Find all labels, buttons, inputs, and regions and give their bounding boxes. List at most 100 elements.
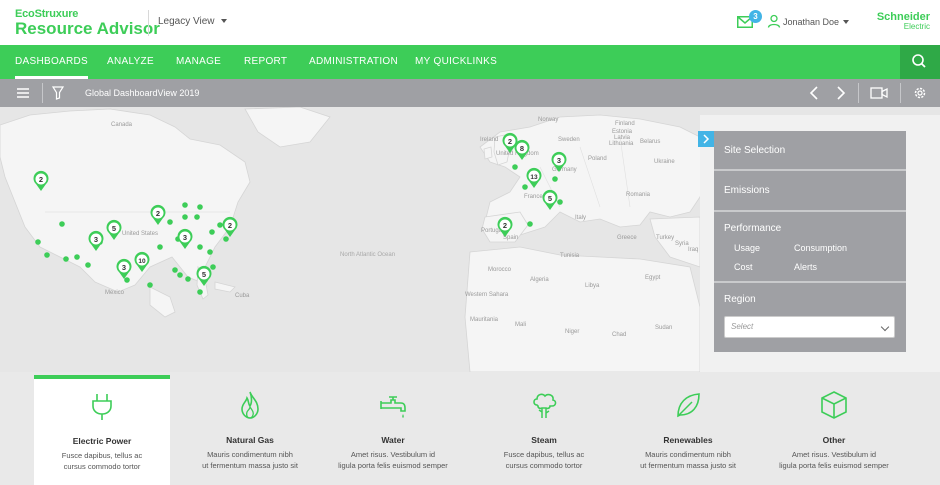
site-dot[interactable] — [512, 164, 518, 170]
view-selector-label: Legacy View — [158, 16, 215, 27]
card-renewables[interactable]: Renewables Mauris condimentum nibh ut fer… — [620, 375, 756, 485]
site-dot[interactable] — [63, 256, 69, 262]
site-dot[interactable] — [59, 221, 65, 227]
card-title: Natural Gas — [226, 435, 274, 445]
site-dot[interactable] — [522, 184, 528, 190]
cluster-count: 2 — [156, 209, 160, 218]
site-dot[interactable] — [209, 229, 215, 235]
nav-dashboards[interactable]: DASHBOARDS — [15, 45, 89, 79]
card-electric-power[interactable]: Electric Power Fusce dapibus, tellus ac c… — [34, 375, 170, 485]
site-dot[interactable] — [177, 272, 183, 278]
alerts-link[interactable]: Alerts — [794, 262, 817, 272]
emissions-section[interactable]: Emissions — [714, 171, 906, 212]
gear-icon — [914, 87, 926, 99]
cluster-count: 5 — [548, 194, 552, 203]
site-dot[interactable] — [223, 236, 229, 242]
previous-button[interactable] — [805, 79, 823, 107]
site-dot[interactable] — [557, 199, 563, 205]
dashboard-title: Global DashboardView 2019 — [85, 88, 200, 98]
card-steam[interactable]: Steam Fusce dapibus, tellus ac cursus com… — [476, 375, 612, 485]
leaf-icon — [677, 393, 700, 418]
site-cluster-marker[interactable]: 8 — [514, 139, 530, 160]
video-button[interactable] — [860, 79, 898, 107]
search-button[interactable] — [900, 45, 940, 79]
site-dot[interactable] — [85, 262, 91, 268]
site-cluster-marker[interactable]: 2 — [497, 216, 513, 237]
site-selection-title: Site Selection — [724, 145, 786, 156]
site-cluster-marker[interactable]: 5 — [196, 265, 212, 286]
nav-analyze[interactable]: ANALYZE — [107, 45, 154, 79]
plug-icon — [92, 394, 112, 420]
site-dot[interactable] — [552, 176, 558, 182]
site-cluster-marker[interactable]: 5 — [106, 219, 122, 240]
site-cluster-marker[interactable]: 2 — [33, 170, 49, 191]
site-cluster-marker[interactable]: 13 — [526, 167, 542, 188]
card-other[interactable]: Other Amet risus. Vestibulum id ligula po… — [766, 375, 902, 485]
site-cluster-marker[interactable]: 2 — [150, 204, 166, 225]
site-dot[interactable] — [74, 254, 80, 260]
notification-badge: 3 — [749, 10, 762, 23]
site-dot[interactable] — [197, 204, 203, 210]
site-dot[interactable] — [527, 221, 533, 227]
site-dot[interactable] — [182, 202, 188, 208]
region-select[interactable]: Select — [724, 316, 895, 338]
site-dot[interactable] — [197, 289, 203, 295]
site-dot[interactable] — [44, 252, 50, 258]
user-icon[interactable] — [767, 14, 781, 28]
next-button[interactable] — [832, 79, 850, 107]
site-cluster-marker[interactable]: 2 — [222, 216, 238, 237]
emissions-title: Emissions — [724, 185, 770, 196]
region-title: Region — [724, 294, 756, 305]
card-desc-line: cursus commodo tortor — [505, 461, 583, 470]
site-cluster-marker[interactable]: 3 — [177, 228, 193, 249]
site-dot[interactable] — [167, 219, 173, 225]
card-desc-line: Amet risus. Vestibulum id — [791, 450, 877, 459]
cluster-count: 10 — [138, 258, 146, 265]
site-dot[interactable] — [157, 244, 163, 250]
panel-toggle-button[interactable] — [698, 131, 714, 147]
faucet-icon — [380, 396, 406, 418]
site-cluster-marker[interactable]: 3 — [88, 230, 104, 251]
usage-link[interactable]: Usage — [734, 243, 760, 253]
user-menu[interactable]: Jonathan Doe — [783, 17, 850, 27]
card-title: Electric Power — [72, 436, 132, 446]
view-selector[interactable]: Legacy View — [158, 16, 227, 27]
consumption-link[interactable]: Consumption — [794, 243, 847, 253]
site-dot[interactable] — [182, 214, 188, 220]
site-dot[interactable] — [217, 222, 223, 228]
settings-button[interactable] — [900, 79, 940, 107]
site-dot[interactable] — [194, 214, 200, 220]
site-cluster-marker[interactable]: 3 — [551, 151, 567, 172]
site-dot[interactable] — [35, 239, 41, 245]
header-divider — [148, 10, 149, 36]
card-title: Water — [381, 435, 405, 445]
filter-button[interactable] — [38, 79, 78, 107]
nav-report[interactable]: REPORT — [244, 45, 287, 79]
site-cluster-marker[interactable]: 5 — [542, 189, 558, 210]
menu-button[interactable] — [2, 79, 42, 107]
site-cluster-marker[interactable]: 10 — [134, 251, 150, 272]
card-description: Amet risus. Vestibulum id ligula porta fe… — [325, 449, 461, 471]
cluster-count: 3 — [94, 235, 98, 244]
nav-administration[interactable]: ADMINISTRATION — [309, 45, 398, 79]
site-dot[interactable] — [197, 244, 203, 250]
nav-my-quicklinks[interactable]: MY QUICKLINKS — [415, 45, 497, 79]
site-dot[interactable] — [210, 264, 216, 270]
cost-link[interactable]: Cost — [734, 262, 753, 272]
site-dot[interactable] — [147, 282, 153, 288]
chevron-down-icon — [220, 19, 227, 23]
card-natural-gas[interactable]: Natural Gas Mauris condimentum nibh ut fe… — [182, 375, 318, 485]
site-dot[interactable] — [172, 267, 178, 273]
site-selection-section[interactable]: Site Selection — [714, 131, 906, 171]
site-dot[interactable] — [207, 249, 213, 255]
site-cluster-marker[interactable]: 3 — [116, 258, 132, 279]
cluster-count: 8 — [520, 144, 524, 153]
site-dot[interactable] — [124, 277, 130, 283]
user-name-label: Jonathan Doe — [783, 17, 840, 27]
card-water[interactable]: Water Amet risus. Vestibulum id ligula po… — [325, 375, 461, 485]
nav-manage[interactable]: MANAGE — [176, 45, 221, 79]
chevron-right-icon — [837, 86, 846, 100]
resource-cards: Electric Power Fusce dapibus, tellus ac c… — [0, 372, 940, 485]
site-dot[interactable] — [185, 276, 191, 282]
card-title: Steam — [531, 435, 557, 445]
